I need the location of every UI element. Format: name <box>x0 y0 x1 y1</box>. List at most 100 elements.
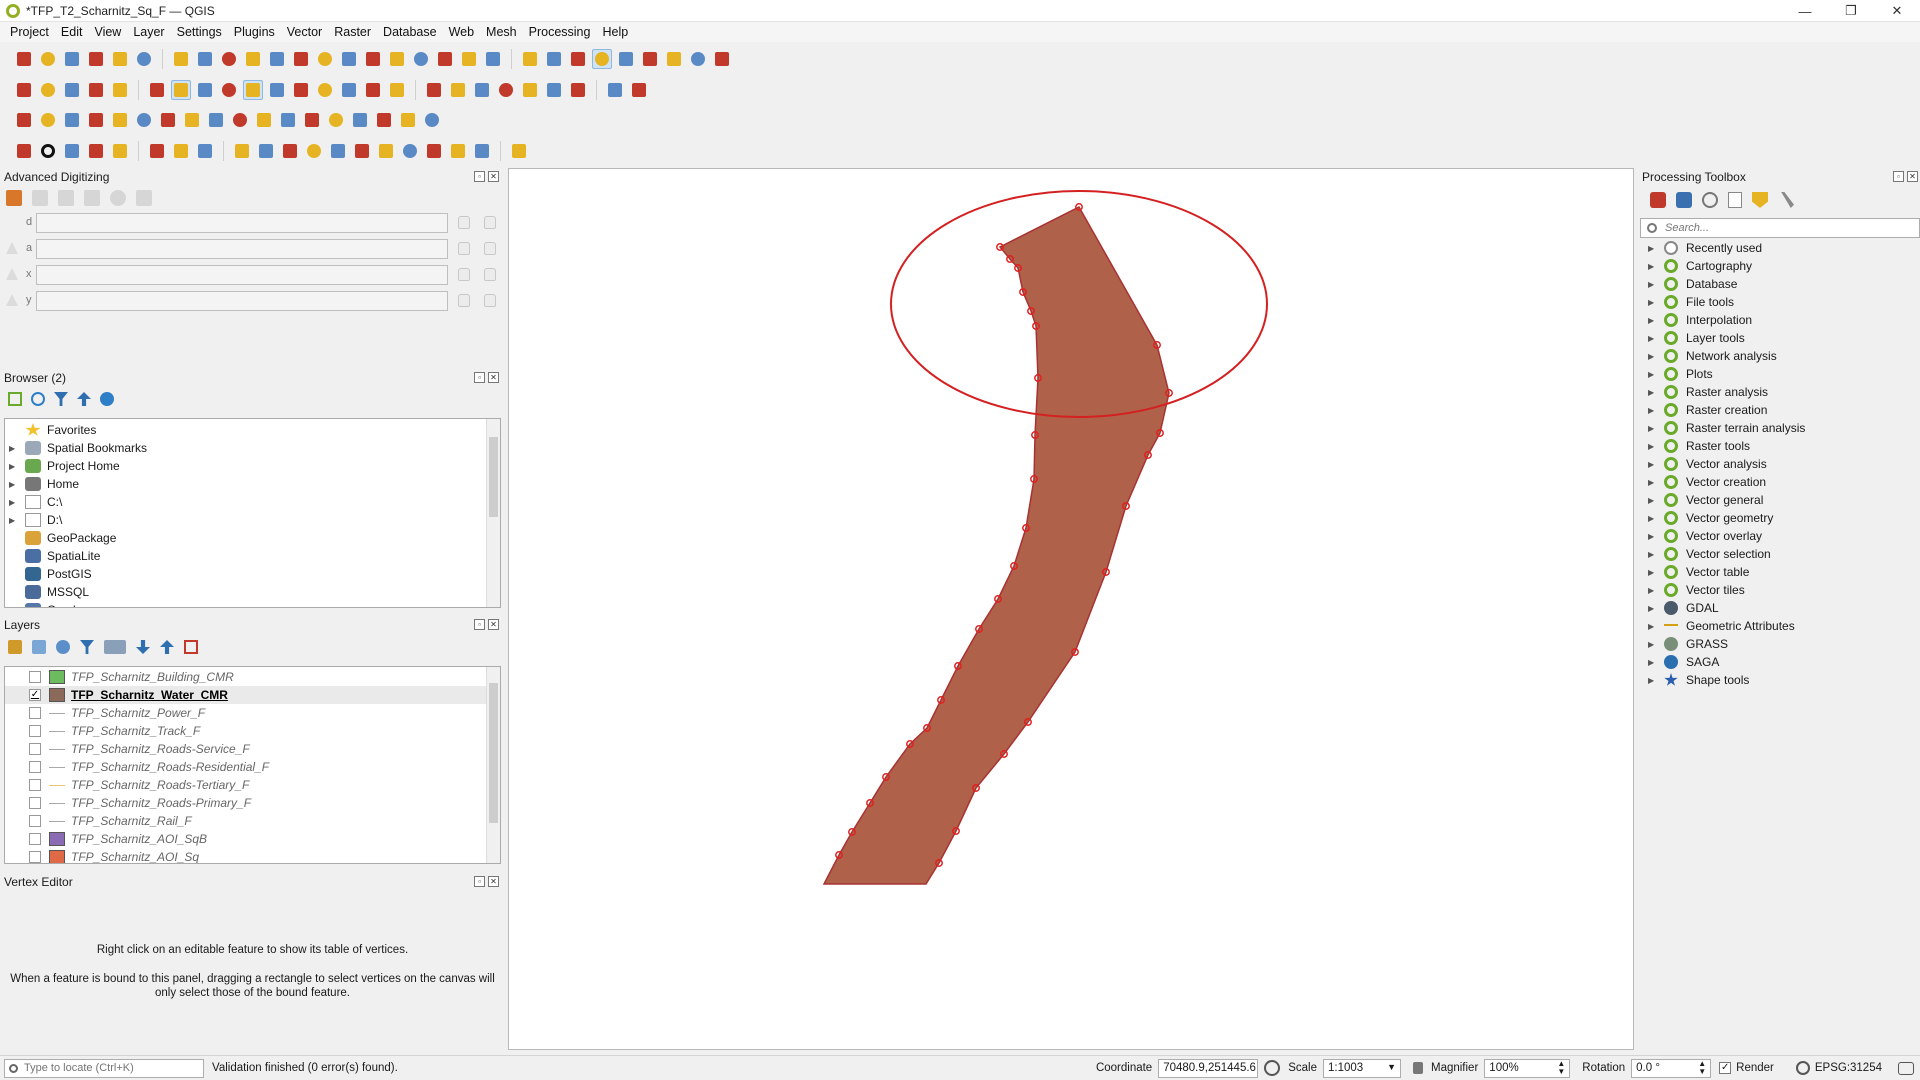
processing-provider-item[interactable]: ▶ Vector selection <box>1638 545 1920 563</box>
layer-visibility-checkbox[interactable] <box>29 851 41 863</box>
expand-arrow-icon[interactable]: ▶ <box>9 462 19 471</box>
text-annotation-button[interactable] <box>712 49 732 69</box>
layer-row[interactable]: TFP_Scharnitz_Building_CMR <box>5 668 500 686</box>
layer-row[interactable]: TFP_Scharnitz_AOI_SqB <box>5 830 500 848</box>
merge-attributes-button[interactable] <box>254 110 274 130</box>
processing-provider-item[interactable]: ▶ Raster creation <box>1638 401 1920 419</box>
browser-item[interactable]: ▶ D:\ <box>5 511 500 529</box>
close-panel-icon[interactable]: ✕ <box>488 372 499 383</box>
menu-settings[interactable]: Settings <box>173 25 230 39</box>
save-edits-button[interactable] <box>195 80 215 100</box>
node-label-button[interactable] <box>376 141 396 161</box>
zoom-native-button[interactable] <box>339 49 359 69</box>
add-part-button[interactable] <box>326 110 346 130</box>
repeat-lock-icon[interactable] <box>484 242 496 255</box>
expand-arrow-icon[interactable]: ▶ <box>1648 406 1658 415</box>
lock-icon[interactable] <box>458 294 470 307</box>
processing-provider-item[interactable]: ▶ Vector analysis <box>1638 455 1920 473</box>
expand-arrow-icon[interactable]: ▶ <box>1648 496 1658 505</box>
layer-row[interactable]: TFP_Scharnitz_Rail_F <box>5 812 500 830</box>
expand-arrow-icon[interactable]: ▶ <box>1648 244 1658 253</box>
remove-layer-icon[interactable] <box>184 640 198 654</box>
python-console-button[interactable] <box>629 80 649 100</box>
map-svg[interactable] <box>509 169 1635 1051</box>
lock-scale-icon[interactable] <box>1412 1062 1423 1074</box>
expand-arrow-icon[interactable]: ▶ <box>1648 640 1658 649</box>
menu-vector[interactable]: Vector <box>283 25 330 39</box>
copy-move-button[interactable] <box>422 110 442 130</box>
processing-provider-item[interactable]: ▶ File tools <box>1638 293 1920 311</box>
select-features-button[interactable] <box>147 141 167 161</box>
refresh-icon[interactable] <box>31 392 45 406</box>
processing-provider-item[interactable]: ▶ Vector tiles <box>1638 581 1920 599</box>
layer-visibility-checkbox[interactable] <box>29 707 41 719</box>
attribute-table-button[interactable] <box>544 49 564 69</box>
vertex-tool-button[interactable] <box>243 80 263 100</box>
crs-globe-icon[interactable] <box>1795 1061 1810 1075</box>
delete-selected-button[interactable] <box>267 80 287 100</box>
relative-lock-icon[interactable] <box>6 268 18 280</box>
processing-provider-item[interactable]: ▶ Database <box>1638 275 1920 293</box>
processing-provider-item[interactable]: ▶ Plots <box>1638 365 1920 383</box>
processing-provider-item[interactable]: ▶ Recently used <box>1638 239 1920 257</box>
offset-button[interactable] <box>158 110 178 130</box>
circle-button[interactable] <box>38 141 58 161</box>
save-as-button[interactable] <box>86 49 106 69</box>
browser-item[interactable]: ▶ C:\ <box>5 493 500 511</box>
water-feature-polygon[interactable] <box>822 206 1170 885</box>
measure-button[interactable] <box>640 49 660 69</box>
layer-row[interactable]: TFP_Scharnitz_Roads-Primary_F <box>5 794 500 812</box>
float-panel-icon[interactable]: ▫ <box>474 876 485 887</box>
spin-arrows-icon[interactable]: ▲ ▼ <box>1557 1059 1565 1076</box>
add-vector-button[interactable] <box>14 80 34 100</box>
layer-visibility-checkbox[interactable] <box>29 815 41 827</box>
expand-arrow-icon[interactable]: ▶ <box>1648 604 1658 613</box>
parallel-icon[interactable] <box>58 190 74 206</box>
browser-item[interactable]: Favorites <box>5 421 500 439</box>
browser-item[interactable]: PostGIS <box>5 565 500 583</box>
browser-scrollbar[interactable] <box>486 419 500 607</box>
processing-provider-item[interactable]: ▶ Vector geometry <box>1638 509 1920 527</box>
float-panel-icon[interactable]: ▫ <box>474 372 485 383</box>
processing-provider-item[interactable]: ▶ Raster tools <box>1638 437 1920 455</box>
undo-button[interactable] <box>363 80 383 100</box>
reshape-button[interactable] <box>134 110 154 130</box>
delete-part-button[interactable] <box>110 110 130 130</box>
perpendicular-icon[interactable] <box>84 190 100 206</box>
history-icon[interactable] <box>1702 192 1718 208</box>
highlight-labels-button[interactable] <box>472 80 492 100</box>
polyline-button[interactable] <box>352 141 372 161</box>
magnifier-spinbox[interactable]: 100% ▲ ▼ <box>1484 1058 1571 1078</box>
expand-arrow-icon[interactable]: ▶ <box>1648 586 1658 595</box>
fill-ring-button[interactable] <box>62 110 82 130</box>
toggle-editing-button[interactable] <box>171 80 191 100</box>
zoom-last-button[interactable] <box>363 49 383 69</box>
results-viewer-icon[interactable] <box>1728 192 1742 208</box>
arc-button[interactable] <box>256 141 276 161</box>
advanced-digitize-button[interactable] <box>14 110 34 130</box>
processing-provider-item[interactable]: ▶ Raster analysis <box>1638 383 1920 401</box>
processing-provider-item[interactable]: ▶ Vector table <box>1638 563 1920 581</box>
close-panel-icon[interactable]: ✕ <box>488 876 499 887</box>
close-window-button[interactable]: ✕ <box>1874 0 1920 22</box>
simplify-button[interactable] <box>302 110 322 130</box>
refresh-button[interactable] <box>483 49 503 69</box>
enable-advanced-digitizing-icon[interactable] <box>6 190 22 206</box>
group-button[interactable] <box>400 141 420 161</box>
add-group-icon[interactable] <box>32 640 46 654</box>
spline-button[interactable] <box>304 141 324 161</box>
processing-provider-item[interactable]: ▶ Geometric Attributes <box>1638 617 1920 635</box>
ellipse-button[interactable] <box>62 141 82 161</box>
floater-icon[interactable] <box>136 190 152 206</box>
add-polygon-button[interactable] <box>219 80 239 100</box>
pin-labels-button[interactable] <box>448 80 468 100</box>
collapse-all-layers-icon[interactable] <box>160 640 174 654</box>
menu-view[interactable]: View <box>90 25 129 39</box>
render-checkbox[interactable]: ✓ <box>1719 1062 1732 1074</box>
menu-processing[interactable]: Processing <box>525 25 599 39</box>
minimize-button[interactable]: — <box>1782 0 1828 22</box>
filter-legend-icon[interactable] <box>80 640 94 654</box>
scale-combo[interactable]: 1:1003 ▼ <box>1322 1058 1401 1078</box>
expand-arrow-icon[interactable]: ▶ <box>1648 532 1658 541</box>
new-map-view-button[interactable] <box>411 49 431 69</box>
